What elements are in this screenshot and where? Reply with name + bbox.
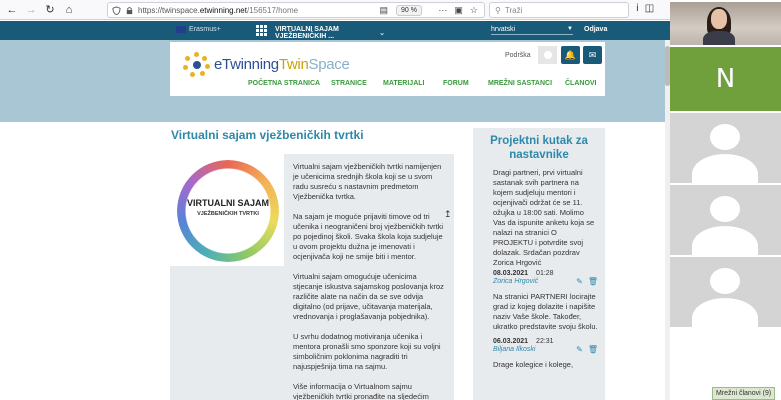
person-placeholder-icon (710, 268, 740, 294)
description-panel: Virtualni sajam vježbeničkih tvrtki nami… (284, 154, 454, 400)
edit-pencil-icon[interactable]: ✎ (576, 345, 583, 354)
header-area: eTwinningTwinSpace Podrška 🔔 ✉ POČETNA S… (0, 40, 670, 122)
description-paragraph: Virtualni sajam vježbeničkih tvrtki nami… (293, 162, 442, 201)
description-paragraph: Više informacija o Virtualnom sajmu vjež… (293, 382, 429, 400)
url-scheme: https://twinspace. (138, 5, 200, 15)
reader-view-icon[interactable]: ▤ (379, 5, 388, 16)
nav-members[interactable]: ČLANOVI (565, 80, 597, 87)
address-bar[interactable]: https://twinspace. etwinning.net/156517/h… (107, 2, 485, 18)
bell-icon: 🔔 (564, 49, 577, 60)
teachers-corner-title: Projektni kutak za nastavnike (490, 135, 588, 161)
bookmark-star-icon[interactable]: ☆ (470, 5, 478, 16)
participant-initial-tile[interactable]: N (670, 47, 781, 111)
image-panel-bg (170, 266, 284, 400)
description-paragraph: U svrhu dodatnog motiviranja učenika i m… (293, 332, 441, 371)
description-paragraph: Na sajam je moguće prijaviti timove od t… (293, 212, 444, 261)
notifications-button[interactable]: 🔔 (561, 46, 580, 64)
participant-video (703, 7, 735, 45)
more-actions-icon[interactable]: ··· (438, 5, 447, 16)
home-icon[interactable]: ⌂ (62, 3, 76, 17)
main-content: Virtualni sajam vježbeničkih tvrtki VIRT… (0, 122, 670, 400)
image-title: VIRTUALNI SAJAM (186, 198, 269, 208)
page-title: Virtualni sajam vježbeničkih tvrtki (171, 128, 364, 142)
post-author-row: Zorica Hrgović ✎ 🗑 (473, 277, 605, 286)
post-text: Na stranici PARTNERI locirajte grad iz k… (493, 292, 598, 331)
chevron-down-icon: ⌄ (379, 30, 385, 37)
pocket-icon[interactable]: ▣ (454, 5, 463, 16)
shield-icon (112, 5, 121, 15)
post-author[interactable]: Zorica Hrgović (493, 278, 538, 285)
zoom-level[interactable]: 90 % (396, 5, 422, 16)
post-text: Drage kolegice i kolege, (493, 360, 574, 369)
project-selector-label: VIRTUALNI SAJAM VJEŽBENIČKIH ... (275, 26, 339, 40)
search-icon: ⚲ (495, 5, 501, 15)
post-author[interactable]: Biljana Ilkoski (493, 346, 535, 353)
nav-forum[interactable]: FORUM (443, 80, 469, 87)
project-logo-image: VIRTUALNI SAJAM VJEŽBENIČKIH TVRTKI (177, 160, 279, 262)
erasmus-label: Erasmus+ (189, 26, 221, 33)
nav-online-meetings[interactable]: MREŽNI SASTANCI (488, 80, 552, 87)
messages-button[interactable]: ✉ (583, 46, 602, 64)
post-meta: 08.03.2021 01:28 (473, 270, 605, 277)
back-icon[interactable]: ← (5, 3, 19, 17)
edit-pencil-icon[interactable]: ✎ (576, 277, 583, 286)
logout-link[interactable]: Odjava (584, 26, 607, 33)
participant-placeholder-tile[interactable] (670, 185, 781, 255)
library-icon[interactable]: ⅰ (636, 3, 639, 14)
search-input[interactable]: ⚲ Traži (489, 2, 629, 18)
eu-flag-icon (176, 26, 186, 33)
nav-home[interactable]: POČETNA STRANICA (248, 80, 320, 87)
apps-grid-icon[interactable] (256, 25, 267, 36)
url-path: /156517/home (246, 5, 299, 15)
support-link[interactable]: Podrška (505, 52, 531, 59)
person-placeholder-icon (710, 124, 740, 150)
search-placeholder: Traži (504, 5, 523, 15)
nav-materials[interactable]: MATERIJALI (383, 80, 424, 87)
meeting-participants-panel: N (670, 0, 781, 400)
post-time: 01:28 (536, 270, 554, 277)
online-members-button[interactable]: Mrežni članovi (9) (712, 387, 776, 400)
url-host: etwinning.net (199, 5, 247, 15)
self-video-tile[interactable] (670, 2, 781, 45)
image-subtitle: VJEŽBENIČKIH TVRTKI (197, 211, 259, 217)
user-avatar[interactable] (538, 46, 557, 64)
post-meta: 06.03.2021 22:31 (473, 338, 605, 345)
reload-icon[interactable]: ↻ (43, 3, 57, 17)
description-paragraph: Virtualni sajam omogućuje učenicima stje… (293, 272, 444, 321)
sidebar-icon[interactable]: ◫ (645, 3, 654, 14)
language-label: hrvatski (491, 26, 516, 33)
logo-text: eTwinningTwinSpace (214, 55, 350, 73)
etwinning-logo[interactable]: eTwinningTwinSpace (182, 52, 350, 77)
person-placeholder-icon (710, 196, 740, 222)
post-author-row: Biljana Ilkoski ✎ 🗑 (473, 345, 605, 354)
teachers-corner-panel: Projektni kutak za nastavnike Dragi part… (473, 128, 605, 400)
envelope-icon: ✉ (588, 49, 597, 60)
participant-placeholder-tile[interactable] (670, 257, 781, 327)
post-text: Dragi partneri, prvi virtualni sastanak … (493, 168, 595, 267)
post-date: 06.03.2021 (493, 338, 529, 345)
participant-initial: N (715, 64, 736, 94)
trash-icon[interactable]: 🗑 (588, 345, 598, 354)
language-selector[interactable]: hrvatski ▼ (491, 26, 573, 35)
project-image: VIRTUALNI SAJAM VJEŽBENIČKIH TVRTKI (170, 154, 284, 266)
logo-stars-icon (182, 52, 212, 77)
user-icon (543, 51, 552, 59)
lock-icon (125, 6, 134, 15)
post-date: 08.03.2021 (493, 270, 529, 277)
etwinning-topbar: Erasmus+ VIRTUALNI SAJAM VJEŽBENIČKIH ..… (0, 21, 670, 42)
participant-placeholder-tile[interactable] (670, 113, 781, 183)
nav-pages[interactable]: STRANICE (331, 80, 367, 87)
forward-icon[interactable]: → (24, 3, 38, 17)
trash-icon[interactable]: 🗑 (588, 277, 598, 286)
caret-down-icon: ▼ (567, 26, 573, 32)
main-nav: POČETNA STRANICA STRANICE MATERIJALI FOR… (170, 76, 605, 96)
post-time: 22:31 (536, 338, 554, 345)
text-cursor-icon: ↥ (444, 209, 452, 219)
erasmus-logo: Erasmus+ (176, 26, 221, 33)
